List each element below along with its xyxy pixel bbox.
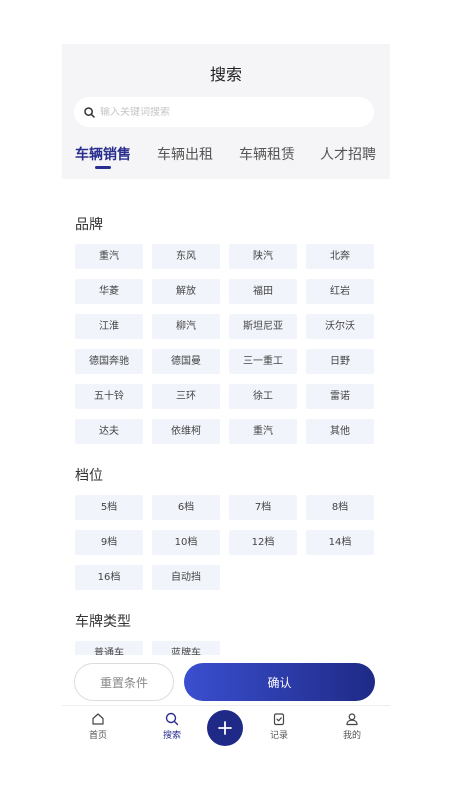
tab-vehicle-rent-out[interactable]: 车辆出租 [157, 144, 213, 164]
search-icon [84, 106, 95, 118]
filter-chip[interactable]: 德国曼 [152, 349, 220, 374]
filter-chip[interactable]: 达夫 [75, 419, 143, 444]
filter-chip[interactable]: 柳汽 [152, 314, 220, 339]
reset-button[interactable]: 重置条件 [74, 663, 174, 701]
filter-chip[interactable]: 华菱 [75, 279, 143, 304]
section-title-plate: 车牌类型 [75, 614, 131, 630]
tab-recruitment[interactable]: 人才招聘 [320, 144, 376, 164]
filter-chip[interactable]: 依维柯 [152, 419, 220, 444]
search-icon [165, 712, 179, 726]
filter-chip[interactable]: 沃尔沃 [306, 314, 374, 339]
filter-chip[interactable]: 9档 [75, 530, 143, 555]
filter-chip[interactable]: 德国奔驰 [75, 349, 143, 374]
filter-chip[interactable]: 重汽 [229, 419, 297, 444]
filter-content: 品牌 重汽 东风 陕汽 北奔 华菱 解放 福田 红岩 江淮 柳汽 斯坦尼亚 沃尔沃 德国奔驰 德国曼 三一重… [62, 179, 390, 655]
filter-chip[interactable]: 14档 [306, 530, 374, 555]
home-icon [92, 713, 104, 725]
nav-search[interactable]: 搜索 [147, 712, 197, 741]
filter-chip[interactable]: 东风 [152, 244, 220, 269]
nav-search-label: 搜索 [162, 731, 181, 741]
app-screen: 搜索 车辆销售 车辆出租 车辆租赁 人才招聘 品牌 重汽东风陕汽北奔华菱解放福田… [62, 44, 390, 756]
filter-chip[interactable]: 6档 [152, 495, 220, 520]
filter-chip[interactable]: 重汽 [75, 244, 143, 269]
category-tabs: 车辆销售 车辆出租 车辆租赁 人才招聘 [62, 144, 390, 174]
nav-profile[interactable]: 我的 [327, 712, 377, 741]
page-title: 搜索 [209, 65, 242, 84]
action-bar: 重置条件 确认 [62, 655, 390, 705]
filter-chip[interactable]: 斯坦尼亚 [229, 314, 297, 339]
confirm-button[interactable]: 确认 [184, 663, 375, 701]
filter-chip[interactable]: 红岩 [306, 279, 374, 304]
nav-profile-label: 我的 [342, 731, 361, 741]
filter-chip[interactable]: 徐工 [229, 384, 297, 409]
nav-home[interactable]: 首页 [73, 712, 123, 741]
filter-chip[interactable]: 8档 [306, 495, 374, 520]
publish-button[interactable] [207, 710, 243, 746]
filter-chip[interactable]: 自动挡 [152, 565, 220, 590]
filter-chip[interactable]: 12档 [229, 530, 297, 555]
active-tab-indicator [95, 166, 111, 169]
filter-chip[interactable]: 7档 [229, 495, 297, 520]
filter-chip[interactable]: 福田 [229, 279, 297, 304]
filter-chip[interactable]: 普通车 [75, 641, 143, 655]
search-bar[interactable] [74, 97, 374, 127]
filter-chip[interactable]: 三一重工 [229, 349, 297, 374]
filter-chip[interactable]: 5档 [75, 495, 143, 520]
tab-vehicle-sales[interactable]: 车辆销售 [75, 144, 131, 164]
search-input[interactable] [100, 106, 350, 118]
filter-chip[interactable]: 10档 [152, 530, 220, 555]
filter-chip[interactable]: 陕汽 [229, 244, 297, 269]
filter-chip[interactable]: 北奔 [306, 244, 374, 269]
header: 搜索 车辆销售 车辆出租 车辆租赁 人才招聘 [62, 44, 390, 179]
filter-chip[interactable]: 雷诺 [306, 384, 374, 409]
filter-chip[interactable]: 其他 [306, 419, 374, 444]
filter-chip[interactable]: 解放 [152, 279, 220, 304]
nav-record-label: 记录 [269, 731, 288, 741]
filter-chip[interactable]: 蓝牌车 [152, 641, 220, 655]
section-title-gear: 档位 [75, 468, 103, 484]
section-title-brand: 品牌 [75, 217, 103, 233]
tab-vehicle-leasing[interactable]: 车辆租赁 [239, 144, 295, 164]
plus-icon [218, 721, 232, 735]
filter-chip[interactable]: 16档 [75, 565, 143, 590]
record-icon [273, 713, 285, 726]
filter-chip[interactable]: 三环 [152, 384, 220, 409]
filter-chip[interactable]: 五十铃 [75, 384, 143, 409]
filter-chip[interactable]: 江淮 [75, 314, 143, 339]
user-icon [346, 713, 358, 726]
nav-record[interactable]: 记录 [254, 712, 304, 741]
filter-chip[interactable]: 日野 [306, 349, 374, 374]
nav-home-label: 首页 [88, 731, 107, 741]
